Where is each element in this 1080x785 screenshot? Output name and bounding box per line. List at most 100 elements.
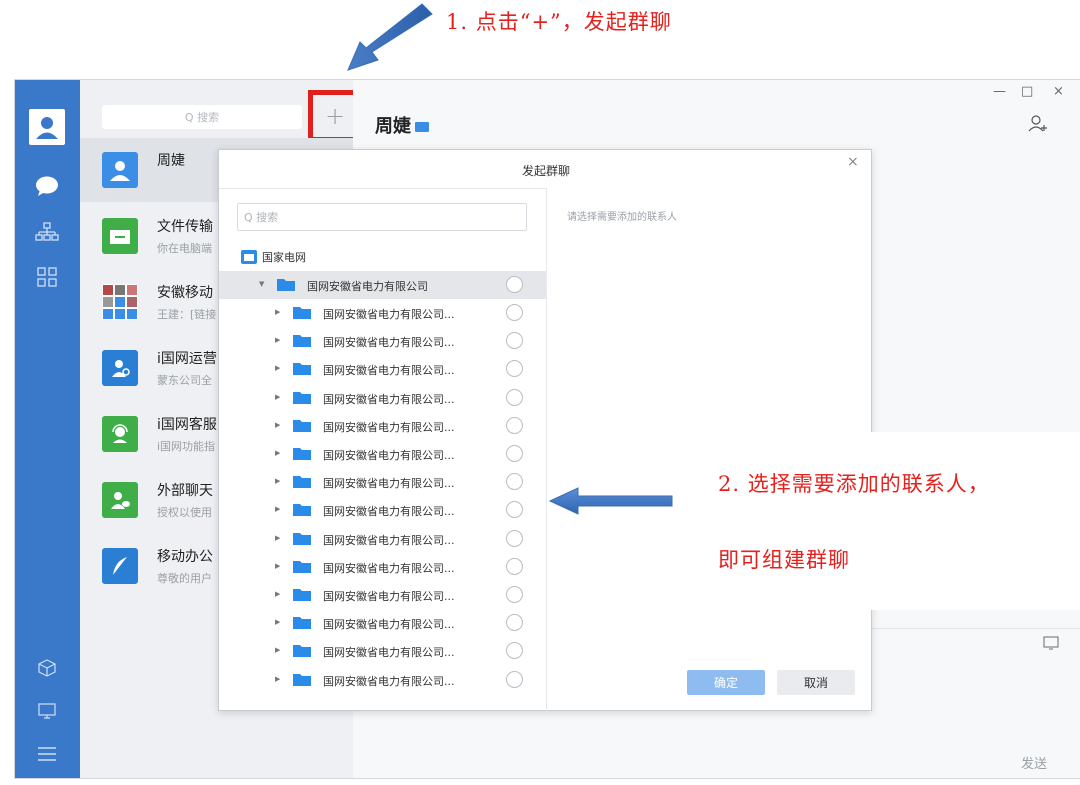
folder-icon [293,532,311,545]
tree-child-label: 国网安徽省电力有限公司... [323,674,455,688]
conversation-preview: 蒙东公司全 [157,374,212,387]
tree-child-row[interactable]: ▶ 国网安徽省电力有限公司... [219,299,546,327]
org-chart-icon [35,222,59,241]
conversation-name: 外部聊天 [157,483,213,499]
user-icon [36,117,58,139]
select-radio[interactable] [506,304,523,321]
conversation-name: i国网客服 [157,417,217,433]
tree-child-row[interactable]: ▶ 国网安徽省电力有限公司... [219,412,546,440]
caret-right-icon: ▶ [275,364,281,373]
tree-child-label: 国网安徽省电力有限公司... [323,561,455,575]
select-radio[interactable] [506,557,523,575]
folder-icon [293,560,311,573]
dialog-close-button[interactable]: × [847,154,859,170]
folder-icon [293,419,311,432]
caret-right-icon: ▶ [275,646,281,655]
tree-child-label: 国网安徽省电力有限公司... [323,336,455,350]
minimize-button[interactable]: — [993,84,1006,99]
select-radio[interactable] [506,586,523,603]
tree-child-row[interactable]: ▶ 国网安徽省电力有限公司... [219,581,546,609]
cancel-button[interactable]: 取消 [777,670,855,695]
rail-menu[interactable] [33,740,61,768]
caret-right-icon: ▶ [275,392,281,401]
search-input[interactable]: Q 搜索 [102,105,302,129]
conversation-preview: 尊敬的用户 [157,572,212,585]
annotation-arrow-left-icon [548,487,673,515]
tree-root-label: 国家电网 [262,251,306,264]
tree-child-label: 国网安徽省电力有限公司... [323,420,455,434]
folder-icon [293,617,311,630]
select-radio[interactable] [506,614,523,632]
external-chat-icon [102,482,138,518]
annotation-step1: 1. 点击“+”，发起群聊 [446,10,672,34]
tree-child-row[interactable]: ▶ 国网安徽省电力有限公司... [219,609,546,637]
caret-down-icon: ▼ [259,280,265,288]
conversation-preview: 授权以使用 [157,506,212,519]
tree-child-label: 国网安徽省电力有限公司... [323,392,455,406]
tree-child-label: 国网安徽省电力有限公司... [323,477,455,491]
tree-child-row[interactable]: ▶ 国网安徽省电力有限公司... [219,355,546,383]
maximize-button[interactable]: □ [1021,84,1033,99]
send-button[interactable]: 发送 [1021,753,1047,772]
folder-icon [293,476,311,489]
select-radio[interactable] [506,529,523,547]
add-member-icon[interactable] [1028,114,1048,132]
tree-root[interactable]: 国家电网 [241,247,306,267]
dialog-title: 发起群聊 [521,164,570,178]
tree-child-label: 国网安徽省电力有限公司... [323,449,455,462]
user-avatar[interactable] [29,109,65,145]
tree-child-row[interactable]: ▶ 国网安徽省电力有限公司... [219,666,546,694]
select-radio[interactable] [506,642,523,660]
tree-child-row[interactable]: ▶ 国网安徽省电力有限公司... [219,525,546,553]
rail-cube[interactable] [33,654,61,682]
tree-child-row[interactable]: ▶ 国网安徽省电力有限公司... [219,440,546,468]
folder-icon [293,391,311,404]
select-radio[interactable] [506,276,523,293]
screenshot-icon[interactable] [1043,636,1059,650]
annotation-arrow-icon [347,3,433,71]
user-icon [102,152,138,188]
select-radio[interactable] [506,332,523,350]
select-radio[interactable] [506,473,523,491]
select-radio[interactable] [506,445,523,462]
tree-child-row[interactable]: ▶ 国网安徽省电力有限公司... [219,384,546,412]
grid-icon [37,267,57,287]
contact-tree-panel: Q 搜索 国家电网 ▼ 国网安徽省电力有限公司 ▶ 国网安徽省电力有限公司... ▶… [219,188,547,711]
tree-child-row[interactable]: ▶ 国网安徽省电力有限公司... [219,637,546,665]
folder-icon [241,250,257,264]
group-avatar-icon [102,284,138,320]
folder-icon [293,363,311,376]
tree-child-label: 国网安徽省电力有限公司... [323,590,455,603]
cube-icon [38,659,56,677]
tree-child-row[interactable]: ▶ 国网安徽省电力有限公司... [219,553,546,581]
rail-apps[interactable] [33,263,61,291]
dialog-search-input[interactable]: Q 搜索 [237,203,527,231]
select-radio[interactable] [506,416,523,434]
rail-monitor[interactable] [33,697,61,725]
close-button[interactable]: × [1053,84,1064,99]
select-radio[interactable] [506,670,523,688]
folder-icon [293,589,311,601]
annotation-step2-line1: 2. 选择需要添加的联系人， [718,472,990,496]
confirm-button[interactable]: 确定 [687,670,765,695]
select-radio[interactable] [506,360,523,378]
caret-right-icon: ▶ [275,674,281,683]
tree-child-row[interactable]: ▶ 国网安徽省电力有限公司... [219,468,546,496]
caret-right-icon: ▶ [275,449,281,457]
conversation-name: 文件传输 [157,219,213,235]
select-radio[interactable] [506,501,523,519]
caret-right-icon: ▶ [275,505,281,514]
folder-icon [293,448,311,460]
rail-org[interactable] [33,218,61,246]
annotation-step2-line2: 即可组建群聊 [718,548,850,572]
chat-bubble-icon [36,176,58,196]
tree-child-row[interactable]: ▶ 国网安徽省电力有限公司... [219,327,546,355]
select-radio[interactable] [506,388,523,406]
tree-child-row[interactable]: ▶ 国网安徽省电力有限公司... [219,496,546,524]
tree-org-row[interactable]: ▼ 国网安徽省电力有限公司 [219,271,546,299]
conversation-name: 移动办公 [157,549,213,565]
selected-contacts-hint: 请选择需要添加的联系人 [567,212,677,223]
conversation-name: i国网运营 [157,351,217,367]
rail-chat[interactable] [33,172,61,200]
caret-right-icon: ▶ [275,533,281,542]
